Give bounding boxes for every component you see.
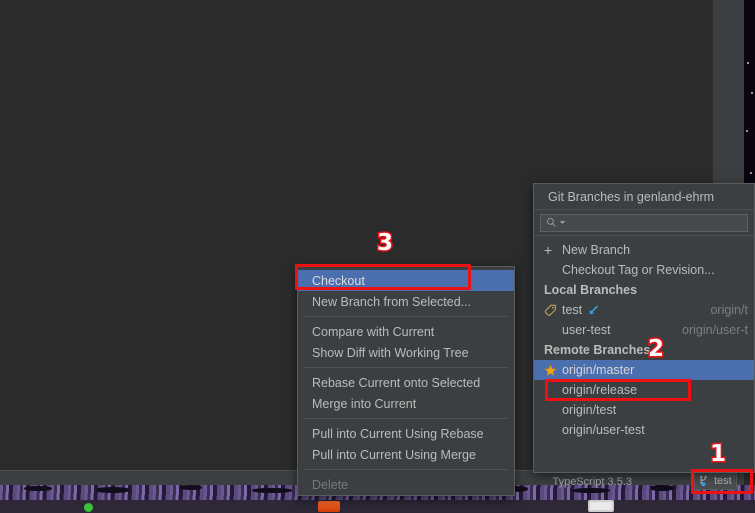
status-branch-label: test <box>714 475 732 487</box>
context-menu-separator <box>304 469 508 470</box>
search-icon <box>546 217 556 227</box>
context-menu-item-delete: Delete <box>312 477 349 492</box>
git-branch-label: origin/test <box>562 403 617 417</box>
git-branches-search-field[interactable] <box>540 213 748 232</box>
context-menu-separator <box>304 367 508 368</box>
context-menu-separator <box>304 316 508 317</box>
context-menu-item-show-diff-with-working-tree[interactable]: Show Diff with Working Tree <box>298 342 514 363</box>
context-menu-item-pull-into-current-using-rebase[interactable]: Pull into Current Using Rebase <box>298 423 514 444</box>
git-action-label: Checkout Tag or Revision... <box>562 263 715 277</box>
annotation-marker-2: 2 <box>646 336 665 362</box>
git-branch-row-test[interactable]: test origin/t <box>534 300 754 320</box>
context-menu-item-checkout[interactable]: Checkout <box>298 270 514 291</box>
context-menu-item-pull-into-current-using-merge[interactable]: Pull into Current Using Merge <box>298 444 514 465</box>
git-branches-list: + New Branch Checkout Tag or Revision...… <box>534 236 754 440</box>
incoming-arrow-icon <box>589 305 599 314</box>
screen: TypeScript 3.5.3 test Git Branches in ge… <box>0 0 755 513</box>
annotation-marker-1: 1 <box>708 441 727 467</box>
git-branches-popup: Git Branches in genland-ehrm + New Branc… <box>533 183 755 473</box>
git-branch-row-origin-user-test[interactable]: origin/user-test <box>534 420 754 440</box>
git-branch-icon <box>699 475 707 486</box>
chevron-down-icon[interactable] <box>559 219 566 226</box>
annotation-marker-3: 3 <box>375 230 394 256</box>
git-branch-label: test <box>562 303 583 317</box>
git-branch-row-origin-test[interactable]: origin/test <box>534 400 754 420</box>
context-menu-separator <box>304 418 508 419</box>
git-branch-label: user-test <box>562 323 611 337</box>
git-action-checkout-tag-or-revision[interactable]: Checkout Tag or Revision... <box>534 260 754 280</box>
git-branch-tracking: origin/t <box>710 303 748 317</box>
branch-context-menu: Checkout New Branch from Selected... Com… <box>297 266 515 496</box>
git-branch-tracking: origin/user-t <box>682 323 748 337</box>
taskbar-icon-window[interactable] <box>588 500 614 512</box>
git-branch-label: origin/user-test <box>562 423 645 437</box>
tag-icon <box>544 304 556 316</box>
context-menu-item-compare-with-current[interactable]: Compare with Current <box>298 321 514 342</box>
taskbar-icon-dot[interactable] <box>84 503 93 512</box>
context-menu-item-rebase-current-onto-selected[interactable]: Rebase Current onto Selected <box>298 372 514 393</box>
context-menu-item-merge-into-current[interactable]: Merge into Current <box>298 393 514 414</box>
git-action-new-branch[interactable]: + New Branch <box>534 240 754 260</box>
star-icon <box>544 364 557 376</box>
git-branch-label: origin/master <box>562 363 635 377</box>
taskbar-icon-flame[interactable] <box>318 501 340 512</box>
git-action-label: New Branch <box>562 243 631 257</box>
git-branches-popup-title: Git Branches in genland-ehrm <box>534 184 754 210</box>
plus-icon: + <box>544 242 553 258</box>
git-branch-row-origin-master[interactable]: origin/master <box>534 360 754 380</box>
status-language-version: TypeScript 3.5.3 <box>552 476 633 488</box>
git-section-local-branches: Local Branches <box>544 283 638 297</box>
git-branches-search-row <box>534 210 754 236</box>
git-branch-label: origin/release <box>562 383 638 397</box>
git-branch-row-user-test[interactable]: user-test origin/user-t <box>534 320 754 340</box>
git-section-remote-branches: Remote Branches <box>544 343 651 357</box>
context-menu-item-new-branch-from-selected[interactable]: New Branch from Selected... <box>298 291 514 312</box>
status-branch-widget[interactable]: test <box>694 472 737 490</box>
git-branch-row-origin-release[interactable]: origin/release <box>534 380 754 400</box>
